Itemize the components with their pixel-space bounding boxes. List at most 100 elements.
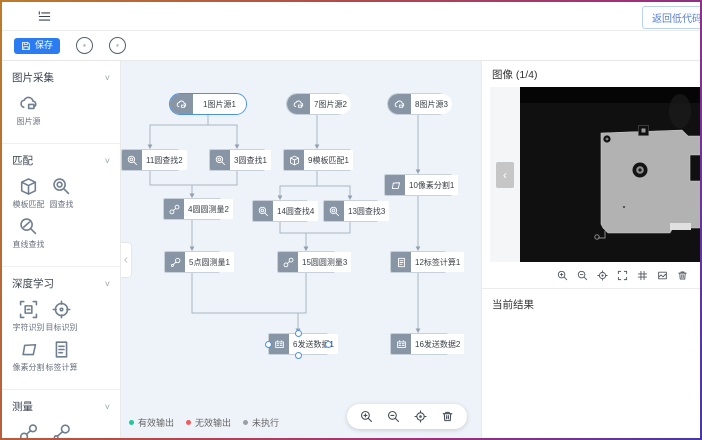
node-label: 15圆圆测量3	[298, 252, 351, 272]
sidebar-item-标签计算[interactable]: 标签计算	[45, 339, 78, 373]
flow-node[interactable]: 16发送数据2	[390, 333, 448, 355]
flow-node[interactable]: 15圆圆测量3	[277, 251, 335, 273]
zoom-in-icon[interactable]	[360, 410, 373, 423]
app-window: 返回低代码 保存 图片采集˅图片源匹配˅模板匹配圆查找直线查找深度学习˅字符识别…	[2, 2, 700, 438]
doc-icon	[391, 252, 411, 272]
section-header[interactable]: 图片采集˅	[12, 67, 110, 87]
flow-node[interactable]: 7图片源2	[286, 93, 348, 115]
node-label: 8图片源3	[411, 94, 452, 114]
flow-node[interactable]: 12标签计算1	[390, 251, 446, 273]
flow-node[interactable]: 10像素分割1	[384, 174, 452, 196]
flow-node[interactable]: 1图片源1	[169, 93, 247, 115]
section-items: 字符识别目标识别像素分割标签计算	[12, 293, 110, 387]
sidebar-item-直线查找[interactable]: 直线查找	[12, 216, 45, 250]
section-header[interactable]: 测量˅	[12, 396, 110, 416]
legend-dot	[243, 420, 248, 425]
node-label: 4圆圆测量2	[184, 199, 233, 219]
node-label: 5点圆测量1	[185, 252, 234, 272]
section-title: 匹配	[12, 153, 33, 168]
circle-find-icon	[52, 176, 71, 196]
connection-handle[interactable]	[295, 352, 302, 359]
circle-find-icon	[210, 150, 230, 170]
line-find-icon	[19, 216, 38, 236]
sidebar-collapse-handle[interactable]	[121, 242, 132, 278]
flow-node[interactable]: 9模板匹配1	[283, 149, 351, 171]
connection-handle[interactable]	[265, 341, 272, 348]
legend-label: 无效输出	[195, 416, 231, 429]
run-loop-button[interactable]	[109, 37, 126, 54]
cloud-image-icon	[388, 94, 411, 114]
device-icon	[391, 334, 411, 354]
sidebar-section: 图片采集˅ 图片源	[2, 61, 120, 143]
run-button[interactable]	[76, 37, 93, 54]
connection-handle[interactable]	[295, 330, 302, 337]
flow-node[interactable]: 11圆查找2	[121, 149, 179, 171]
segment-icon	[19, 339, 38, 359]
sidebar-item-像素分割[interactable]: 像素分割	[12, 339, 45, 373]
flow-node[interactable]: 14圆查找4	[252, 200, 308, 222]
menu-icon[interactable]	[38, 10, 51, 23]
save-icon	[21, 41, 31, 51]
cloud-image-icon	[287, 94, 310, 114]
expand-icon[interactable]	[617, 270, 628, 281]
legend-dot	[129, 420, 134, 425]
sidebar-item-目标识别[interactable]: 目标识别	[45, 299, 78, 333]
prev-image-button[interactable]: ‹	[496, 162, 514, 188]
node-label: 10像素分割1	[405, 175, 458, 195]
camera-image[interactable]	[520, 87, 700, 262]
node-label: 12标签计算1	[411, 252, 464, 272]
cloud-image-icon	[19, 93, 38, 113]
measure-cc-icon	[164, 199, 184, 219]
flow-node[interactable]: 4圆圆测量2	[163, 198, 221, 220]
sidebar-item-模板匹配[interactable]: 模板匹配	[12, 176, 45, 210]
section-header[interactable]: 匹配˅	[12, 150, 110, 170]
grid-icon[interactable]	[637, 270, 648, 281]
save-button[interactable]: 保存	[14, 38, 60, 54]
sidebar-item-点圆测量[interactable]: 点圆测量	[45, 422, 78, 438]
camera-image-content	[520, 87, 700, 262]
sidebar-item-图片源[interactable]: 图片源	[12, 93, 45, 127]
flow-canvas[interactable]: 1图片源1 7图片源2 8图片源3 11圆查找2 3圆查找1 9模板匹配1 10像素分割1 4…	[121, 61, 481, 438]
cube-icon	[19, 176, 38, 196]
trash-icon[interactable]	[441, 410, 454, 423]
device-icon	[269, 334, 289, 354]
node-label: 3圆查找1	[230, 150, 271, 170]
sidebar-item-圆圆测量[interactable]: 圆圆测量	[12, 422, 45, 438]
top-bar: 返回低代码	[2, 2, 700, 31]
crosshair-icon[interactable]	[414, 410, 427, 423]
action-toolbar: 保存	[2, 31, 700, 61]
legend-item: 未执行	[243, 416, 279, 429]
flow-node[interactable]: 8图片源3	[387, 93, 449, 115]
flow-node[interactable]: 6发送数据1	[268, 333, 328, 355]
run-buttons	[76, 37, 126, 54]
zoom-out-icon[interactable]	[577, 270, 588, 281]
legend-item: 无效输出	[186, 416, 231, 429]
zoom-in-icon[interactable]	[557, 270, 568, 281]
sidebar-item-label: 目标识别	[46, 322, 78, 333]
sidebar-section: 匹配˅ 模板匹配圆查找直线查找	[2, 143, 120, 266]
sidebar-item-圆查找[interactable]: 圆查找	[45, 176, 78, 210]
flow-node[interactable]: 13圆查找3	[323, 200, 378, 222]
connection-handle[interactable]	[325, 341, 332, 348]
flow-node[interactable]: 5点圆测量1	[164, 251, 220, 273]
component-sidebar: 图片采集˅图片源匹配˅模板匹配圆查找直线查找深度学习˅字符识别目标识别像素分割标…	[2, 61, 121, 438]
back-to-lowcode-button[interactable]: 返回低代码	[642, 6, 700, 29]
flow-edges	[121, 61, 481, 438]
sidebar-item-label: 模板匹配	[13, 199, 45, 210]
node-label: 13圆查找3	[344, 201, 389, 221]
image-save-icon[interactable]	[657, 270, 668, 281]
trash-icon[interactable]	[677, 270, 688, 281]
zoom-out-icon[interactable]	[387, 410, 400, 423]
status-legend: 有效输出 无效输出未执行	[129, 416, 279, 429]
crosshair-icon[interactable]	[597, 270, 608, 281]
section-title: 图片采集	[12, 70, 54, 85]
measure-pc-icon	[165, 252, 185, 272]
section-header[interactable]: 深度学习˅	[12, 273, 110, 293]
sidebar-item-字符识别[interactable]: 字符识别	[12, 299, 45, 333]
canvas-zoom-toolbar	[347, 404, 467, 429]
node-label: 14圆查找4	[273, 201, 318, 221]
legend-label: 有效输出	[138, 416, 174, 429]
sidebar-item-label: 直线查找	[13, 239, 45, 250]
flow-node[interactable]: 3圆查找1	[209, 149, 265, 171]
cube-icon	[284, 150, 304, 170]
